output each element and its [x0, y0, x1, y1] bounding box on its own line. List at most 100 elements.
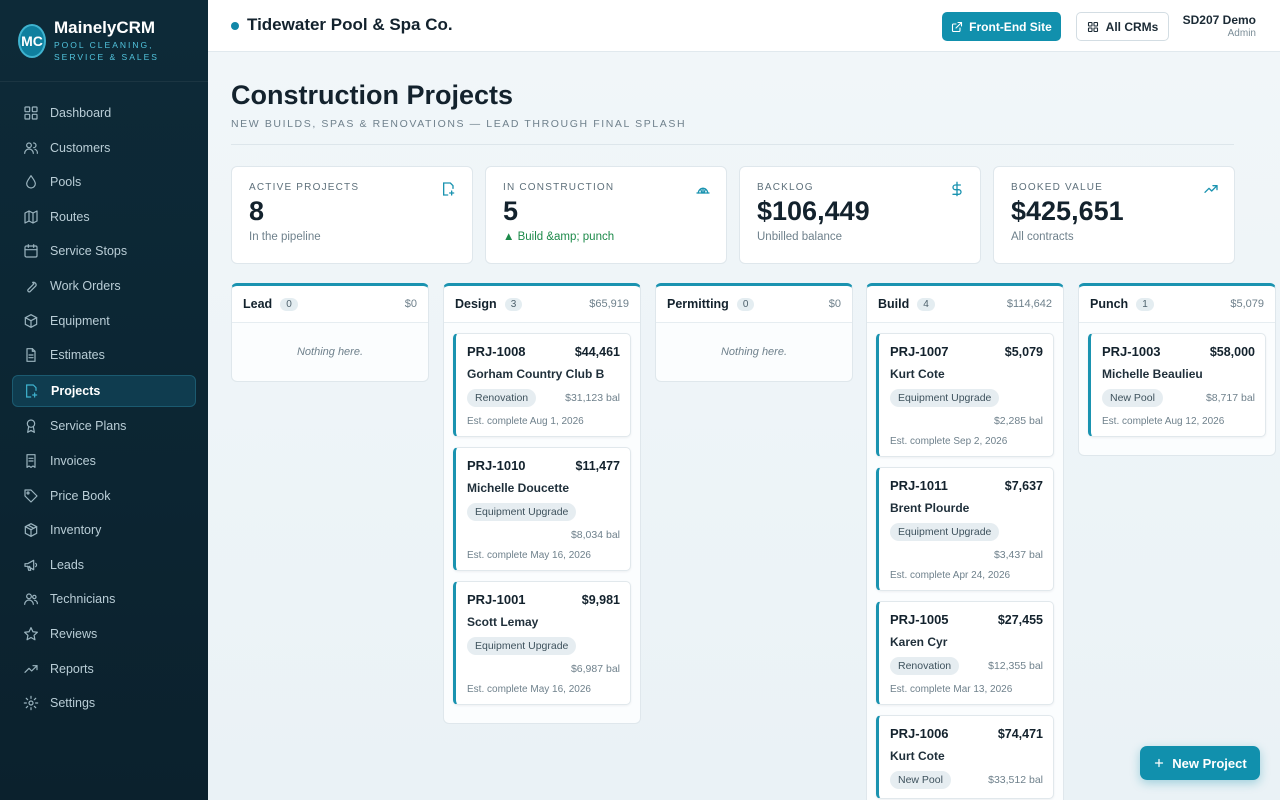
project-customer: Scott Lemay: [467, 615, 539, 629]
receipt-icon: [26, 454, 36, 468]
project-card[interactable]: PRJ-1003 $58,000 Michelle Beaulieu New Pool…: [1088, 333, 1266, 437]
stat-value: $106,449: [757, 196, 870, 226]
stat-value: 5: [503, 196, 519, 226]
topbar: Tidewater Pool & Spa Co. Front-End Site …: [208, 0, 1280, 52]
sidebar-item-label: Work Orders: [50, 278, 121, 293]
stat-label: BACKLOG: [757, 182, 814, 193]
sidebar-item-label: Customers: [50, 140, 111, 155]
sidebar-item-work-orders[interactable]: Work Orders: [12, 271, 196, 301]
new-project-label: New Project: [1172, 755, 1247, 771]
project-balance: $12,355 bal: [988, 660, 1043, 672]
column-header[interactable]: Punch 1 $5,079: [1079, 286, 1275, 323]
dollar-icon: [952, 181, 962, 197]
project-card[interactable]: PRJ-1008 $44,461 Gorham Country Club B Reno…: [453, 333, 631, 437]
calendar-icon: [24, 244, 38, 258]
project-card[interactable]: PRJ-1001 $9,981 Scott Lemay Equipment Upgra…: [453, 581, 631, 705]
column-count-badge: 0: [280, 297, 298, 311]
map-icon: [24, 210, 38, 224]
all-crms-button[interactable]: All CRMs: [1076, 12, 1169, 41]
column-empty-message: Nothing here.: [720, 346, 788, 358]
sidebar-item-label: Price Book: [50, 488, 111, 503]
column-count-badge: 4: [917, 297, 935, 311]
sidebar-item-projects[interactable]: Projects: [12, 374, 196, 407]
sidebar-item-reports[interactable]: Reports: [12, 654, 196, 684]
sidebar-item-label: Inventory: [50, 523, 102, 538]
sidebar-item-estimates[interactable]: Estimates: [12, 340, 196, 370]
project-amount: $58,000: [1209, 344, 1255, 359]
sidebar-item-reviews[interactable]: Reviews: [12, 619, 196, 649]
sidebar: MC MainelyCRM POOL CLEANING, SERVICE & SA…: [0, 0, 208, 800]
sidebar-item-customers[interactable]: Customers: [12, 133, 196, 163]
project-balance: $2,285 bal: [993, 415, 1043, 427]
sidebar-item-service-plans[interactable]: Service Plans: [12, 411, 196, 441]
stat-card-in-construction: IN CONSTRUCTION 5 ▲ Build &amp; punch: [485, 166, 727, 264]
column-total: $5,079: [1230, 298, 1264, 310]
column-name: Lead: [243, 297, 273, 311]
kanban-column-build: Build 4 $114,642 PRJ-1007 $5,079 Kurt Cote Equ…: [866, 283, 1064, 800]
user-role: Admin: [1227, 28, 1256, 39]
front-end-site-button[interactable]: Front-End Site: [942, 12, 1061, 41]
column-name: Design: [455, 297, 497, 311]
gear-icon: [23, 695, 39, 711]
front-end-site-label: Front-End Site: [969, 19, 1052, 34]
project-est-complete: Est. complete May 16, 2026: [467, 684, 591, 695]
package-icon: [24, 523, 38, 538]
user-name: SD207 Demo: [1182, 13, 1256, 27]
sidebar-item-equipment[interactable]: Equipment: [12, 306, 196, 336]
sidebar-item-label: Service Stops: [50, 244, 128, 259]
sidebar-item-dashboard[interactable]: Dashboard: [12, 98, 196, 128]
star-icon: [24, 626, 38, 641]
column-total: $0: [828, 298, 841, 310]
status-dot: [231, 22, 239, 30]
sidebar-item-pools[interactable]: Pools: [12, 167, 196, 197]
user-menu[interactable]: SD207 Demo Admin: [1183, 13, 1256, 39]
sidebar-item-service-stops[interactable]: Service Stops: [12, 236, 196, 266]
box-icon: [24, 313, 38, 328]
droplet-icon: [26, 175, 36, 189]
main-content: Construction Projects NEW BUILDS, SPAS &…: [208, 52, 1280, 800]
column-header[interactable]: Lead 0 $0: [232, 286, 428, 323]
sidebar-item-settings[interactable]: Settings: [12, 688, 196, 718]
stat-sub: Unbilled balance: [757, 231, 843, 243]
project-customer: Michelle Beaulieu: [1102, 367, 1203, 381]
project-card[interactable]: PRJ-1010 $11,477 Michelle Doucette Equipmen…: [453, 447, 631, 571]
kanban-column-lead: Lead 0 $0 Nothing here.: [231, 283, 429, 382]
project-customer: Kurt Cote: [890, 367, 945, 381]
hardhat-icon: [26, 384, 38, 398]
sidebar-item-inventory[interactable]: Inventory: [12, 515, 196, 545]
sidebar-item-label: Dashboard: [50, 106, 112, 120]
project-card[interactable]: PRJ-1007 $5,079 Kurt Cote Equipment Upgrade…: [876, 333, 1054, 457]
project-amount: $44,461: [574, 344, 620, 359]
stat-value: $425,651: [1011, 196, 1124, 226]
sidebar-item-price-book[interactable]: Price Book: [12, 481, 196, 511]
sidebar-item-invoices[interactable]: Invoices: [12, 446, 196, 476]
project-balance: $8,034 bal: [570, 529, 620, 541]
tag-icon: [24, 488, 38, 503]
column-count-badge: 1: [1136, 297, 1154, 311]
trending-up-icon: [1204, 185, 1218, 193]
brand-logo: MC: [18, 23, 46, 58]
sidebar-item-routes[interactable]: Routes: [12, 202, 196, 232]
users-icon: [24, 141, 38, 154]
column-header[interactable]: Permitting 0 $0: [656, 286, 852, 323]
project-card[interactable]: PRJ-1006 $74,471 Kurt Cote New Pool $33,512 …: [876, 715, 1054, 799]
project-est-complete: Est. complete Mar 13, 2026: [890, 684, 1013, 695]
project-card[interactable]: PRJ-1011 $7,637 Brent Plourde Equipment Upg…: [876, 467, 1054, 591]
sidebar-item-label: Settings: [50, 696, 96, 711]
column-header[interactable]: Build 4 $114,642: [867, 286, 1063, 323]
new-project-button[interactable]: New Project: [1140, 746, 1260, 780]
sidebar-item-leads[interactable]: Leads: [12, 550, 196, 580]
project-card[interactable]: PRJ-1005 $27,455 Karen Cyr Renovation $12,35…: [876, 601, 1054, 705]
column-header[interactable]: Design 3 $65,919: [444, 286, 640, 323]
project-id: PRJ-1003: [1102, 344, 1161, 359]
sidebar-item-technicians[interactable]: Technicians: [12, 584, 196, 614]
document-icon: [26, 348, 36, 363]
column-empty-message: Nothing here.: [296, 346, 364, 358]
sidebar-item-label: Reports: [50, 661, 94, 676]
project-type-tag: New Pool: [1102, 389, 1163, 407]
column-name: Build: [878, 297, 910, 311]
brand[interactable]: MC MainelyCRM POOL CLEANING, SERVICE & SA…: [0, 0, 208, 82]
project-customer: Gorham Country Club B: [467, 367, 605, 381]
column-total: $114,642: [1006, 298, 1052, 310]
project-amount: $9,981: [581, 592, 620, 607]
